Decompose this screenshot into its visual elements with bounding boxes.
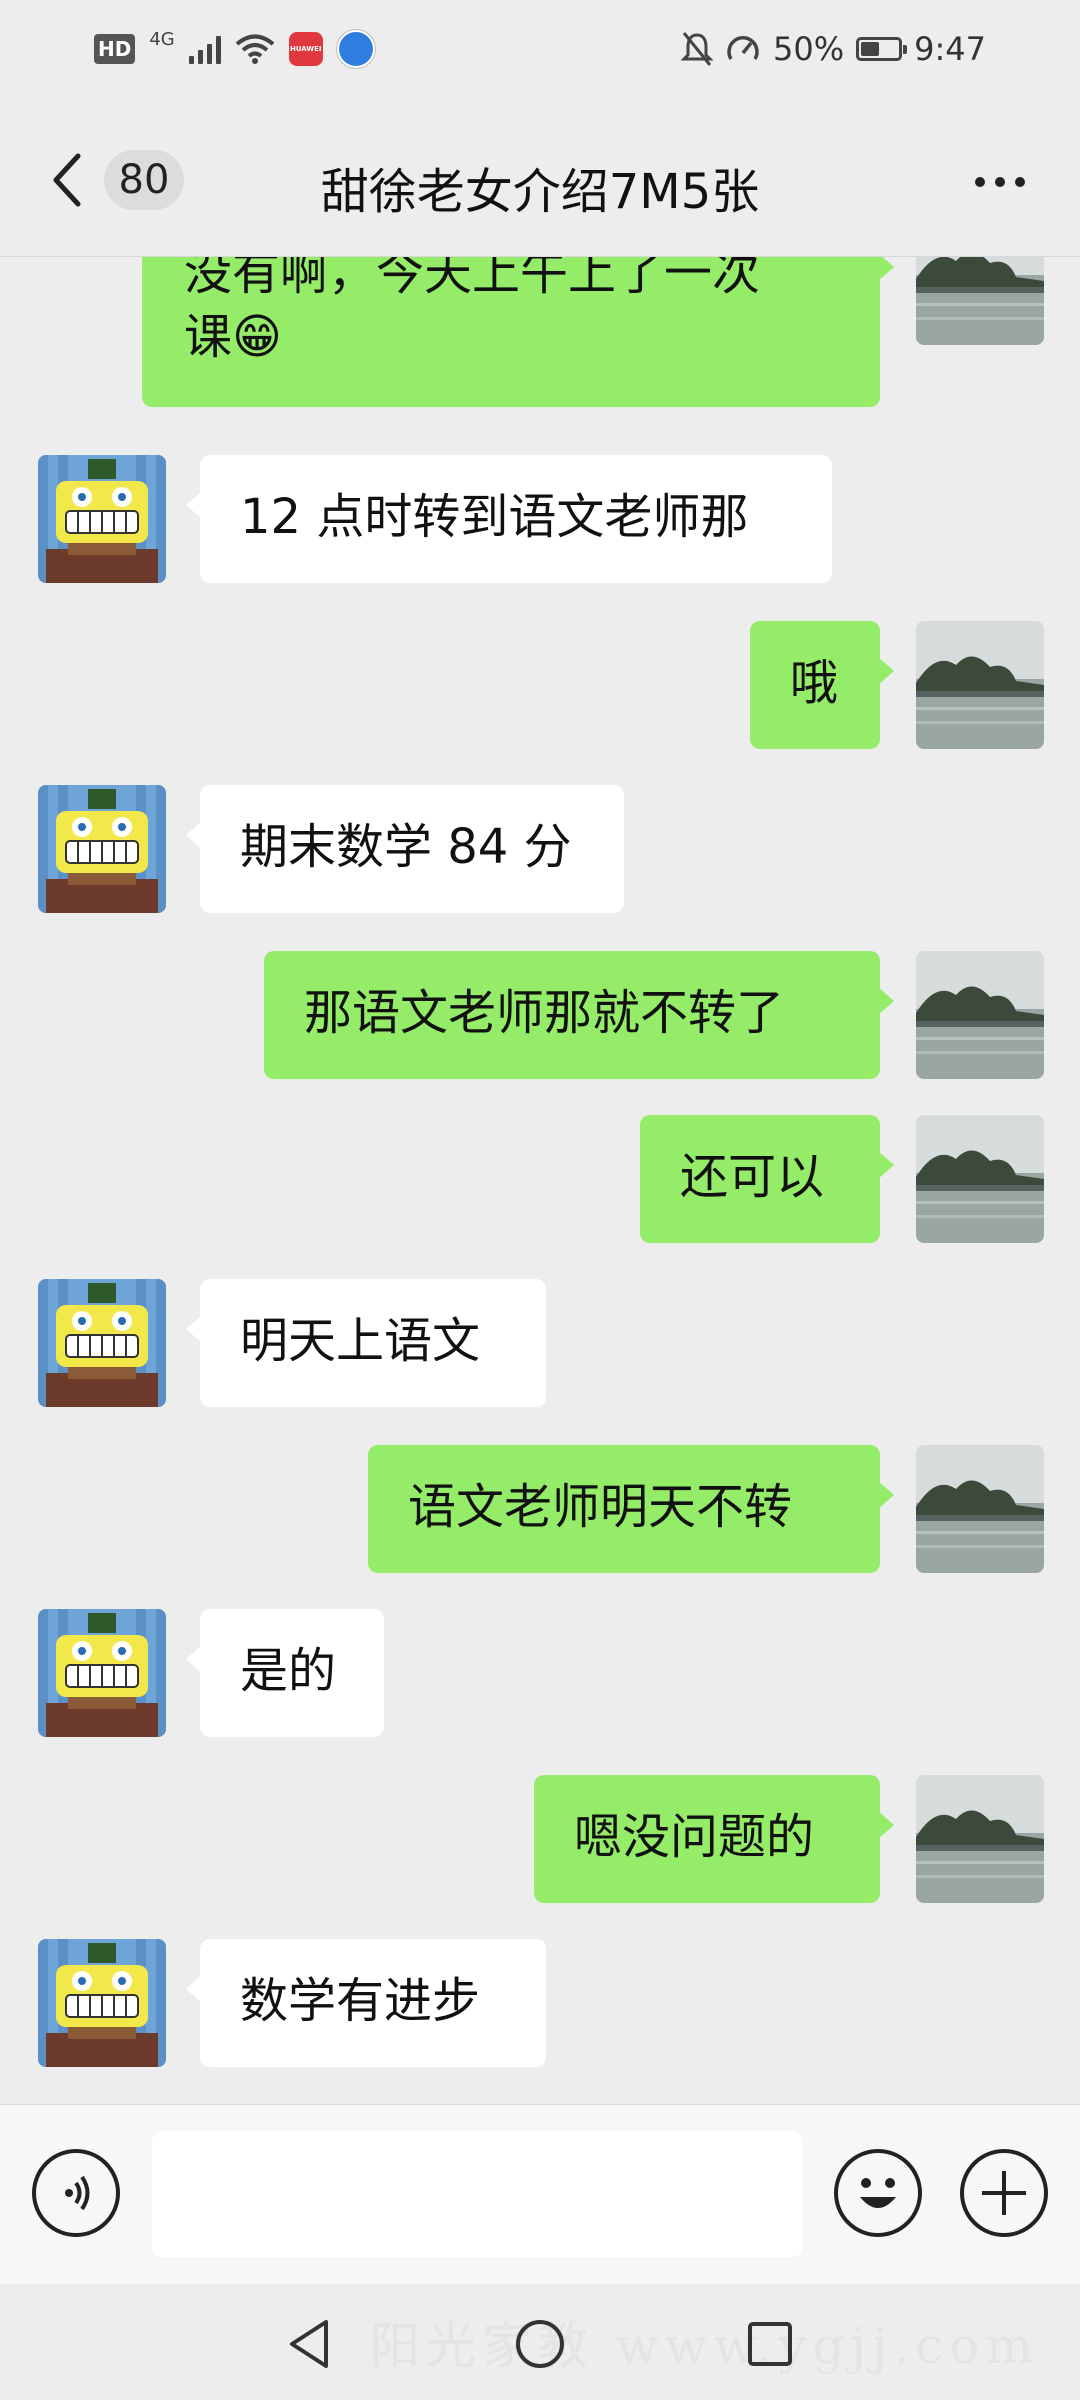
network-type: 4G bbox=[149, 28, 175, 50]
contact-message-bubble[interactable]: 期末数学 84 分 bbox=[186, 785, 624, 913]
emoji-icon bbox=[860, 2178, 896, 2208]
hd-indicator: HD bbox=[94, 34, 136, 64]
my-message-bubble[interactable]: 没有啊，今天上午上了一次课😁 bbox=[142, 257, 894, 407]
my-message-bubble[interactable]: 哦 bbox=[750, 621, 894, 749]
message-row: 明天上语文 bbox=[0, 1279, 1080, 1407]
contact-message-bubble[interactable]: 明天上语文 bbox=[186, 1279, 546, 1407]
triangle-back-icon bbox=[290, 2320, 328, 2368]
battery-icon bbox=[856, 37, 908, 61]
system-nav-bar: 阳光家教 www.ygjj.com bbox=[0, 2284, 1080, 2400]
message-row: 是的 bbox=[0, 1609, 1080, 1737]
my-avatar[interactable] bbox=[916, 1115, 1044, 1243]
voice-icon bbox=[65, 2175, 90, 2211]
status-right: 50% 9:47 bbox=[681, 30, 986, 68]
status-left: HD 4G HUAWEI bbox=[94, 28, 375, 68]
circle-home-icon bbox=[516, 2320, 564, 2368]
nav-back-button[interactable] bbox=[280, 2314, 340, 2374]
my-message-bubble[interactable]: 嗯没问题的 bbox=[534, 1775, 894, 1903]
contact-avatar[interactable] bbox=[38, 1939, 166, 2067]
browser-app-icon bbox=[336, 30, 375, 68]
square-recents-icon bbox=[748, 2322, 792, 2366]
my-avatar[interactable] bbox=[916, 1775, 1044, 1903]
my-message-bubble[interactable]: 还可以 bbox=[640, 1115, 894, 1243]
message-input[interactable] bbox=[152, 2131, 802, 2257]
nav-home-button[interactable] bbox=[510, 2314, 570, 2374]
my-avatar[interactable] bbox=[916, 1445, 1044, 1573]
clock: 9:47 bbox=[914, 30, 986, 68]
contact-message-bubble[interactable]: 是的 bbox=[186, 1609, 384, 1737]
emoji-button[interactable] bbox=[834, 2149, 922, 2237]
wifi-icon bbox=[235, 34, 275, 64]
message-text: 语文老师明天不转 bbox=[408, 1479, 793, 1535]
contact-message-bubble[interactable]: 12 点时转到语文老师那 bbox=[186, 455, 832, 583]
chat-header: 80 甜徐老女介绍7M5张 bbox=[0, 104, 1080, 257]
signal-icon bbox=[188, 34, 221, 64]
my-avatar[interactable] bbox=[916, 621, 1044, 749]
data-saver-icon bbox=[727, 36, 759, 60]
my-message-bubble[interactable]: 那语文老师那就不转了 bbox=[264, 951, 894, 1079]
voice-button[interactable] bbox=[32, 2149, 120, 2237]
message-row: 嗯没问题的 bbox=[0, 1775, 1080, 1903]
more-button[interactable] bbox=[962, 162, 1038, 202]
message-text: 明天上语文 bbox=[240, 1313, 481, 1369]
message-text: 那语文老师那就不转了 bbox=[304, 985, 785, 1041]
contact-avatar[interactable] bbox=[38, 1609, 166, 1737]
message-text: 课😁 bbox=[184, 309, 283, 365]
message-text: 哦 bbox=[790, 655, 839, 711]
message-text: 是的 bbox=[240, 1643, 337, 1699]
contact-avatar[interactable] bbox=[38, 1279, 166, 1407]
battery-percent: 50% bbox=[773, 30, 845, 68]
contact-message-bubble[interactable]: 数学有进步 bbox=[186, 1939, 546, 2067]
message-row: 哦 bbox=[0, 621, 1080, 749]
input-bar bbox=[0, 2104, 1080, 2285]
nav-recents-button[interactable] bbox=[740, 2314, 800, 2374]
huawei-app-icon: HUAWEI bbox=[288, 32, 323, 66]
mute-bell-icon bbox=[681, 32, 714, 66]
message-row: 那语文老师那就不转了 bbox=[0, 951, 1080, 1079]
message-list[interactable]: 没有啊，今天上午上了一次课😁 12 点时转到语文老师那哦期末数学 84 分那语文老… bbox=[0, 257, 1080, 2103]
contact-avatar[interactable] bbox=[38, 455, 166, 583]
message-row: 期末数学 84 分 bbox=[0, 785, 1080, 913]
message-row: 12 点时转到语文老师那 bbox=[0, 455, 1080, 583]
my-avatar[interactable] bbox=[916, 951, 1044, 1079]
message-row: 语文老师明天不转 bbox=[0, 1445, 1080, 1573]
more-dots-icon bbox=[975, 177, 985, 187]
plus-button[interactable] bbox=[960, 2149, 1048, 2237]
message-text: 期末数学 84 分 bbox=[240, 819, 572, 875]
status-bar: HD 4G HUAWEI 50% 9:47 bbox=[0, 0, 1080, 104]
message-row: 没有啊，今天上午上了一次课😁 bbox=[0, 257, 1080, 407]
chat-title: 甜徐老女介绍7M5张 bbox=[320, 164, 760, 220]
message-text: 嗯没问题的 bbox=[574, 1809, 815, 1865]
plus-icon bbox=[982, 2171, 1026, 2215]
watermark-text: 阳光家教 www.ygjj.com bbox=[370, 2317, 1039, 2375]
my-avatar[interactable] bbox=[916, 257, 1044, 345]
message-text: 12 点时转到语文老师那 bbox=[240, 489, 749, 545]
message-text: 数学有进步 bbox=[240, 1973, 481, 2029]
message-row: 数学有进步 bbox=[0, 1939, 1080, 2067]
contact-avatar[interactable] bbox=[38, 785, 166, 913]
message-row: 还可以 bbox=[0, 1115, 1080, 1243]
message-text: 还可以 bbox=[680, 1149, 825, 1205]
message-text: 没有啊，今天上午上了一次 bbox=[184, 257, 761, 301]
my-message-bubble[interactable]: 语文老师明天不转 bbox=[368, 1445, 894, 1573]
